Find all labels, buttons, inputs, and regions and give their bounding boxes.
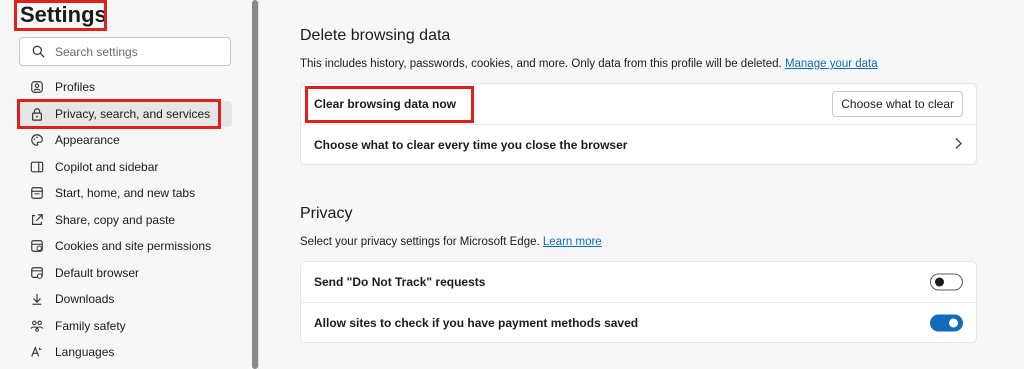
delete-data-card: Clear browsing data now Choose what to c… — [300, 83, 977, 165]
sidebar-item-label: Appearance — [55, 133, 120, 148]
settings-sidebar: Settings Profiles Privacy, search, and s… — [0, 0, 250, 369]
sidebar-item-family-safety[interactable]: Family safety — [17, 313, 232, 340]
payment-methods-row: Allow sites to check if you have payment… — [301, 302, 976, 342]
privacy-card: Send "Do Not Track" requests Allow sites… — [300, 261, 977, 343]
sidebar-item-cookies[interactable]: Cookies and site permissions — [17, 233, 232, 260]
sidebar-item-label: Languages — [55, 345, 115, 360]
search-box[interactable] — [19, 37, 231, 66]
sidebar-item-share[interactable]: Share, copy and paste — [17, 207, 232, 234]
sidebar-item-appearance[interactable]: Appearance — [17, 127, 232, 154]
privacy-title: Privacy — [300, 205, 353, 222]
download-icon — [30, 292, 44, 306]
sidebar-icon — [30, 160, 44, 174]
sidebar-item-start-home[interactable]: Start, home, and new tabs — [17, 180, 232, 207]
payment-methods-label: Allow sites to check if you have payment… — [314, 315, 639, 330]
sidebar-item-label: Family safety — [55, 318, 126, 333]
manage-data-link[interactable]: Manage your data — [785, 58, 878, 70]
chevron-right-icon — [953, 137, 963, 152]
toggle-knob — [935, 277, 944, 287]
sidebar-item-label: Downloads — [55, 292, 115, 307]
do-not-track-label: Send "Do Not Track" requests — [314, 275, 486, 289]
do-not-track-row: Send "Do Not Track" requests — [301, 262, 976, 302]
family-icon — [30, 319, 44, 333]
sidebar-item-privacy[interactable]: Privacy, search, and services — [17, 100, 232, 127]
browser-icon — [30, 266, 44, 280]
clear-on-close-row[interactable]: Choose what to clear every time you clos… — [301, 124, 976, 164]
page-title: Settings — [20, 2, 107, 27]
sidebar-item-label: Default browser — [55, 265, 140, 280]
delete-data-title: Delete browsing data — [300, 27, 451, 44]
privacy-description: Select your privacy settings for Microso… — [300, 236, 602, 248]
delete-data-description-text: This includes history, passwords, cookie… — [300, 58, 782, 70]
delete-data-description: This includes history, passwords, cookie… — [300, 58, 878, 70]
choose-what-to-clear-button[interactable]: Choose what to clear — [832, 91, 963, 117]
languages-icon — [30, 345, 44, 359]
sidebar-item-label: Cookies and site permissions — [55, 239, 212, 254]
payment-methods-toggle[interactable] — [930, 314, 963, 331]
sidebar-item-label: Privacy, search, and services — [55, 106, 211, 121]
search-icon — [32, 45, 45, 58]
sidebar-item-copilot[interactable]: Copilot and sidebar — [17, 154, 232, 181]
cookies-icon — [30, 239, 44, 253]
sidebar-item-downloads[interactable]: Downloads — [17, 286, 232, 313]
lock-icon — [30, 107, 44, 121]
sidebar-item-label: Profiles — [55, 80, 96, 95]
clear-now-row: Clear browsing data now Choose what to c… — [301, 84, 976, 124]
clear-now-label: Clear browsing data now — [314, 97, 457, 111]
sidebar-nav: Profiles Privacy, search, and services A… — [17, 74, 232, 366]
privacy-description-text: Select your privacy settings for Microso… — [300, 236, 540, 248]
do-not-track-toggle[interactable] — [930, 273, 963, 291]
sidebar-item-languages[interactable]: Languages — [17, 339, 232, 366]
sidebar-item-default-browser[interactable]: Default browser — [17, 260, 232, 287]
learn-more-link[interactable]: Learn more — [543, 236, 602, 248]
profile-icon — [30, 80, 44, 94]
search-input[interactable] — [55, 44, 225, 59]
palette-icon — [30, 133, 44, 147]
sidebar-item-label: Share, copy and paste — [55, 212, 176, 227]
pane-divider — [258, 0, 259, 369]
toggle-knob — [949, 318, 958, 327]
sidebar-item-label: Start, home, and new tabs — [55, 186, 196, 201]
sidebar-item-label: Copilot and sidebar — [55, 159, 159, 174]
sidebar-item-profiles[interactable]: Profiles — [17, 74, 232, 101]
clear-on-close-label: Choose what to clear every time you clos… — [314, 137, 628, 152]
home-tabs-icon — [30, 186, 44, 200]
share-icon — [30, 213, 44, 227]
